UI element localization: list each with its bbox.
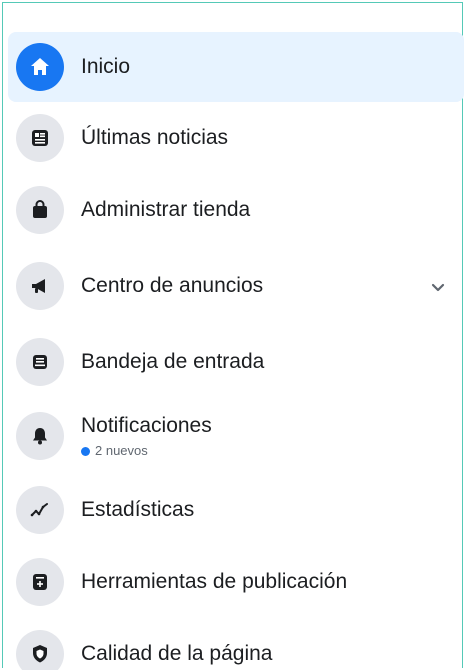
inbox-icon: [16, 338, 64, 386]
sidebar-item-bandeja-de-entrada[interactable]: Bandeja de entrada: [8, 326, 464, 398]
sidebar-item-ultimas-noticias[interactable]: Últimas noticias: [8, 102, 464, 174]
sidebar-item-label: Centro de anuncios: [81, 274, 264, 297]
sidebar-item-label: Administrar tienda: [81, 198, 251, 221]
sidebar-item-label: Calidad de la página: [81, 642, 273, 665]
chevron-down-icon[interactable]: [428, 278, 448, 298]
sidebar-item-label: Bandeja de entrada: [81, 350, 265, 373]
sidebar-item-herramientas-de-publicacion[interactable]: Herramientas de publicación: [8, 546, 464, 618]
shopping-bag-icon: [16, 186, 64, 234]
sidebar-item-notificaciones[interactable]: Notificaciones 2 nuevos: [8, 398, 464, 474]
bell-icon: [16, 412, 64, 460]
notification-count: 2 nuevos: [95, 443, 148, 458]
sidebar-item-inicio[interactable]: Inicio: [8, 32, 464, 102]
sidebar-item-label: Herramientas de publicación: [81, 570, 348, 593]
sidebar-item-administrar-tienda[interactable]: Administrar tienda: [8, 174, 464, 246]
shield-icon: [16, 630, 64, 670]
home-icon: [16, 43, 64, 91]
insights-icon: [16, 486, 64, 534]
publishing-tools-icon: [16, 558, 64, 606]
sidebar-item-label: Estadísticas: [81, 498, 195, 521]
sidebar-item-label: Notificaciones: [81, 414, 212, 437]
notification-badge: 2 nuevos: [81, 443, 212, 459]
sidebar-nav: Inicio Últimas noticias Administrar tien…: [8, 32, 464, 670]
sidebar-item-centro-de-anuncios[interactable]: Centro de anuncios: [8, 246, 464, 326]
megaphone-icon: [16, 262, 64, 310]
sidebar-item-estadisticas[interactable]: Estadísticas: [8, 474, 464, 546]
news-feed-icon: [16, 114, 64, 162]
sidebar-item-label: Inicio: [81, 55, 131, 78]
sidebar-item-calidad-de-la-pagina[interactable]: Calidad de la página: [8, 618, 464, 670]
unread-dot: [81, 446, 90, 456]
sidebar-item-label: Últimas noticias: [81, 126, 229, 149]
